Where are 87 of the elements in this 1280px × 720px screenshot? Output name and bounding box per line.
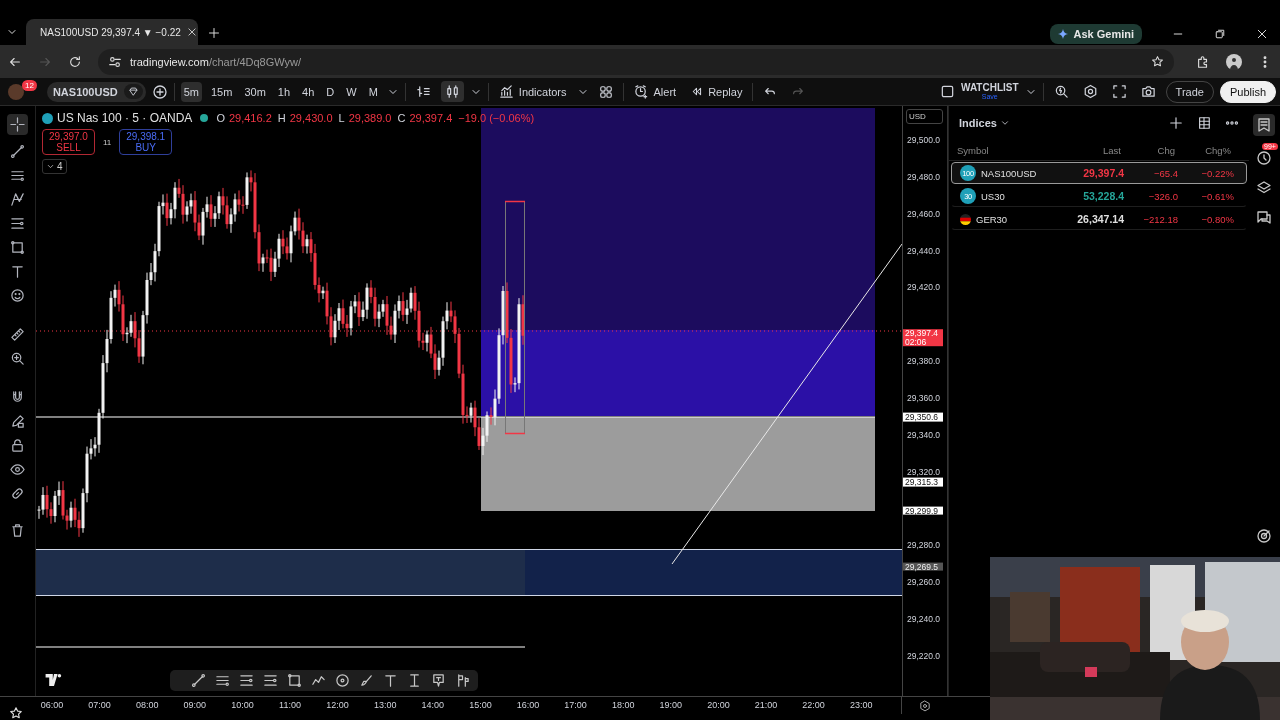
sell-button[interactable]: 29,397.0 SELL bbox=[42, 129, 95, 155]
ask-button[interactable]: Ask Gemini bbox=[1050, 24, 1142, 44]
tab-title: NAS100USD 29,397.4 ▼ −0.22 bbox=[40, 26, 181, 38]
notification-badge: 12 bbox=[22, 80, 37, 91]
price-tick: 29,480.0 bbox=[907, 172, 941, 182]
time-tick: 18:00 bbox=[611, 700, 635, 710]
symbol-cell: NAS100USD bbox=[981, 167, 1037, 179]
change-cell-text: −326.0 bbox=[1147, 190, 1178, 202]
price-tick: 29,360.0 bbox=[907, 393, 941, 403]
ohlc-value: 29,430.0 bbox=[289, 112, 333, 124]
ohlc-label: H bbox=[277, 112, 286, 124]
time-tick: 11:00 bbox=[279, 700, 301, 710]
interval-button[interactable]: 30m bbox=[241, 81, 269, 102]
column-header[interactable]: Chg% bbox=[1175, 144, 1231, 156]
change-cell-text: −212.18 bbox=[1142, 213, 1178, 225]
time-tick: 07:00 bbox=[88, 700, 111, 710]
time-tick: 16:00 bbox=[516, 700, 540, 710]
change-percent-cell-text: −0.61% bbox=[1200, 190, 1234, 202]
symbol-title[interactable]: US Nas 100 · 5 · OANDA bbox=[57, 111, 193, 125]
time-tick: 22:00 bbox=[802, 700, 825, 710]
browser-tab[interactable]: NAS100USD 29,397.4 ▼ −0.22 bbox=[26, 19, 198, 45]
price-label: 29,269.5 bbox=[903, 562, 943, 571]
price-label: 29,397.4 02:06 bbox=[903, 329, 943, 347]
last-cell-text: 26,347.14 bbox=[1076, 213, 1124, 225]
interval-button[interactable]: 15m bbox=[208, 81, 236, 102]
price-tick: 29,420.0 bbox=[907, 283, 941, 292]
currency-dropdown[interactable]: USD bbox=[906, 109, 943, 124]
time-tick: 21:00 bbox=[754, 700, 778, 710]
ohlc-value: 29,397.4 bbox=[409, 112, 453, 124]
publish-button[interactable]: Publish bbox=[1219, 80, 1276, 103]
ohlc-label: L bbox=[338, 112, 345, 124]
symbol-search[interactable]: NAS100USD bbox=[46, 81, 146, 102]
price-tick: 29,500.0 bbox=[907, 135, 941, 145]
last-cell-text: 29,397.4 bbox=[1082, 167, 1124, 179]
price-label: 29,350.6 bbox=[903, 412, 943, 422]
ohlc-label: C bbox=[397, 112, 406, 124]
price-tick: 29,440.0 bbox=[907, 246, 941, 255]
change-percent-cell-text: −0.80% bbox=[1200, 213, 1234, 225]
replay-button[interactable]: Replay bbox=[686, 82, 747, 101]
interval-button[interactable]: 1h bbox=[274, 81, 294, 102]
time-tick: 19:00 bbox=[659, 700, 683, 710]
address-field[interactable]: tradingview.com/chart/4Dq8GWyw/ bbox=[98, 48, 1174, 75]
time-tick: 17:00 bbox=[564, 700, 587, 710]
column-header[interactable]: Chg bbox=[1121, 144, 1175, 156]
ohlc-value: 29,389.0 bbox=[348, 112, 392, 124]
time-tick: 12:00 bbox=[326, 700, 349, 710]
change-value: −19.0 (−0.06%) bbox=[458, 112, 535, 124]
interval-button[interactable]: D bbox=[323, 81, 338, 102]
column-header[interactable]: Symbol bbox=[957, 144, 1057, 156]
time-tick: 08:00 bbox=[135, 700, 159, 710]
last-cell-text: 53,228.4 bbox=[1082, 190, 1124, 202]
price-tick: 29,220.0 bbox=[907, 651, 941, 661]
symbol-cell: GER30 bbox=[976, 213, 1008, 225]
change-cell-text: −65.4 bbox=[1152, 167, 1178, 179]
symbol-cell: US30 bbox=[981, 190, 1005, 202]
time-tick: 14:00 bbox=[421, 700, 445, 710]
list-title[interactable]: Indices bbox=[959, 117, 1010, 129]
time-tick: 06:00 bbox=[40, 700, 64, 710]
watchlist-row[interactable]: GER30 26,347.14 −212.18 −0.80% bbox=[951, 208, 1247, 230]
interval-button[interactable]: M bbox=[365, 81, 381, 102]
indicators-button[interactable]: Indicators bbox=[494, 81, 571, 102]
time-tick: 13:00 bbox=[373, 700, 397, 710]
change-percent-cell-text: −0.22% bbox=[1200, 167, 1234, 179]
interval-button[interactable]: 4h bbox=[299, 81, 318, 102]
price-tick: 29,260.0 bbox=[907, 578, 941, 587]
ohlc-label: O bbox=[216, 112, 225, 124]
time-tick: 20:00 bbox=[707, 700, 730, 710]
interval-button[interactable]: W bbox=[343, 81, 360, 102]
price-label: 29,315.3 bbox=[903, 478, 943, 487]
price-label: 29,299.9 bbox=[903, 506, 943, 515]
alert-button[interactable]: Alert bbox=[629, 81, 681, 102]
price-tick: 29,240.0 bbox=[907, 615, 941, 624]
collapse-button[interactable]: 4 bbox=[42, 159, 67, 174]
spread-value: 11 bbox=[102, 137, 112, 147]
price-tick: 29,280.0 bbox=[907, 541, 941, 550]
time-tick: 10:00 bbox=[231, 700, 254, 710]
time-tick: 09:00 bbox=[183, 700, 207, 710]
column-header[interactable]: Last bbox=[1057, 144, 1121, 156]
price-tick: 29,340.0 bbox=[907, 430, 941, 440]
interval-button[interactable]: 5m bbox=[180, 81, 202, 102]
time-tick: 23:00 bbox=[849, 700, 873, 710]
price-tick: 29,460.0 bbox=[907, 209, 941, 219]
ohlc-value: 29,416.2 bbox=[228, 112, 272, 124]
buy-button[interactable]: 29,398.1 BUY bbox=[119, 129, 173, 155]
time-tick: 15:00 bbox=[469, 700, 492, 710]
price-tick: 29,380.0 bbox=[907, 357, 941, 366]
price-tick: 29,320.0 bbox=[907, 467, 941, 477]
